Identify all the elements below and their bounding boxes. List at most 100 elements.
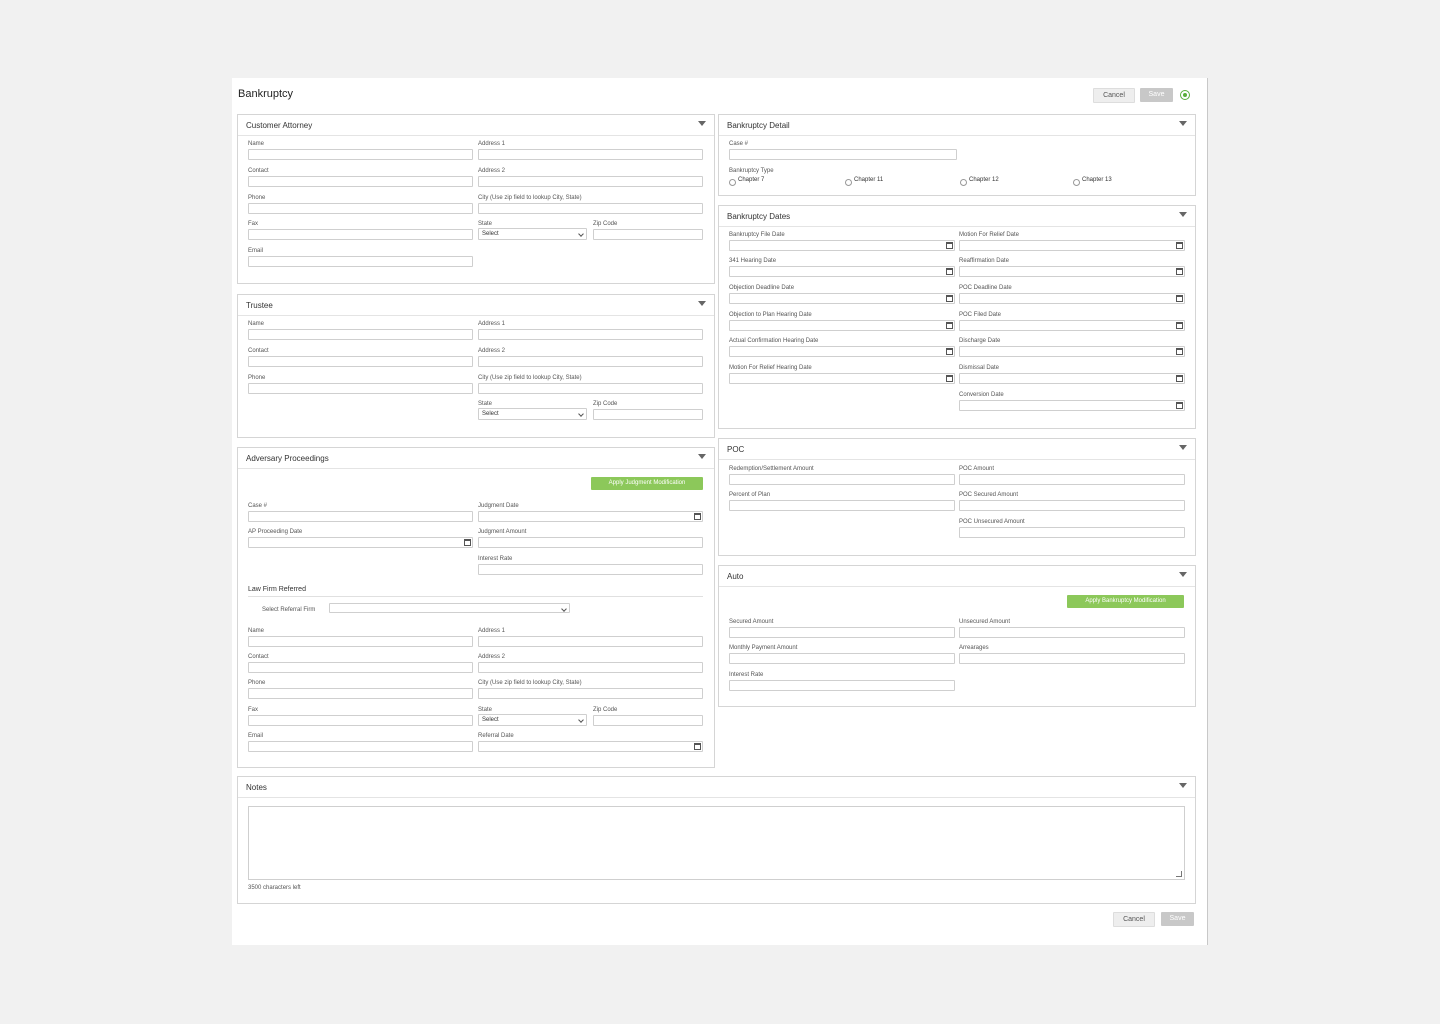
dismissal-date-input[interactable]	[959, 373, 1185, 384]
calendar-icon[interactable]	[946, 295, 953, 302]
panel-header[interactable]: Bankruptcy Dates	[719, 206, 1195, 227]
panel-header[interactable]: Customer Attorney	[238, 115, 714, 136]
calendar-icon[interactable]	[946, 348, 953, 355]
calendar-icon[interactable]	[1176, 348, 1183, 355]
apply-judgment-modification-button[interactable]: Apply Judgment Modification	[591, 477, 703, 490]
chapter-11-radio[interactable]	[845, 179, 852, 186]
cancel-button-bottom[interactable]: Cancel	[1113, 912, 1155, 927]
judgment-date-input[interactable]	[478, 511, 703, 522]
calendar-icon[interactable]	[694, 743, 701, 750]
panel-header[interactable]: Adversary Proceedings	[238, 448, 714, 469]
ap-case-input[interactable]	[248, 511, 473, 522]
poc-deadline-date-input[interactable]	[959, 293, 1185, 304]
attorney-address2-input[interactable]	[478, 176, 703, 187]
unsecured-amount-input[interactable]	[959, 627, 1185, 638]
actual-confirmation-hearing-date-input[interactable]	[729, 346, 955, 357]
notes-textarea[interactable]	[248, 806, 1185, 880]
firm-contact-input[interactable]	[248, 662, 473, 673]
panel-header[interactable]: Trustee	[238, 295, 714, 316]
collapse-chevron-icon[interactable]	[1179, 572, 1187, 577]
poc-filed-date-input[interactable]	[959, 320, 1185, 331]
objection-deadline-date-input[interactable]	[729, 293, 955, 304]
reaffirmation-date-input[interactable]	[959, 266, 1185, 277]
collapse-chevron-icon[interactable]	[698, 301, 706, 306]
chapter-7-radio[interactable]	[729, 179, 736, 186]
calendar-icon[interactable]	[1176, 295, 1183, 302]
calendar-icon[interactable]	[1176, 402, 1183, 409]
poc-amount-input[interactable]	[959, 474, 1185, 485]
poc-secured-amount-input[interactable]	[959, 500, 1185, 511]
objection-plan-hearing-date-input[interactable]	[729, 320, 955, 331]
attorney-email-input[interactable]	[248, 256, 473, 267]
calendar-icon[interactable]	[946, 268, 953, 275]
ap-proceeding-date-input[interactable]	[248, 537, 473, 548]
arrearages-input[interactable]	[959, 653, 1185, 664]
firm-phone-input[interactable]	[248, 688, 473, 699]
trustee-city-input[interactable]	[478, 383, 703, 394]
attorney-contact-input[interactable]	[248, 176, 473, 187]
motion-relief-date-input[interactable]	[959, 240, 1185, 251]
calendar-icon[interactable]	[946, 322, 953, 329]
firm-state-select[interactable]: Select	[478, 714, 587, 726]
attorney-zip-input[interactable]	[593, 229, 703, 240]
collapse-chevron-icon[interactable]	[1179, 783, 1187, 788]
bankruptcy-file-date-input[interactable]	[729, 240, 955, 251]
conversion-date-input[interactable]	[959, 400, 1185, 411]
auto-interest-rate-input[interactable]	[729, 680, 955, 691]
chapter-13-radio[interactable]	[1073, 179, 1080, 186]
save-button-bottom[interactable]: Save	[1161, 912, 1194, 926]
collapse-chevron-icon[interactable]	[698, 121, 706, 126]
firm-city-input[interactable]	[478, 688, 703, 699]
judgment-amount-input[interactable]	[478, 537, 703, 548]
percent-of-plan-input[interactable]	[729, 500, 955, 511]
help-circle-icon[interactable]	[1180, 90, 1190, 100]
calendar-icon[interactable]	[464, 539, 471, 546]
poc-unsecured-amount-input[interactable]	[959, 527, 1185, 538]
trustee-contact-input[interactable]	[248, 356, 473, 367]
trustee-phone-input[interactable]	[248, 383, 473, 394]
trustee-name-input[interactable]	[248, 329, 473, 340]
firm-zip-input[interactable]	[593, 715, 703, 726]
attorney-name-input[interactable]	[248, 149, 473, 160]
cancel-button-top[interactable]: Cancel	[1093, 88, 1135, 103]
trustee-zip-input[interactable]	[593, 409, 703, 420]
monthly-payment-input[interactable]	[729, 653, 955, 664]
motion-relief-hearing-date-input[interactable]	[729, 373, 955, 384]
firm-address1-input[interactable]	[478, 636, 703, 647]
referral-firm-select[interactable]	[329, 603, 570, 613]
redemption-amount-input[interactable]	[729, 474, 955, 485]
panel-header[interactable]: POC	[719, 439, 1195, 460]
attorney-phone-input[interactable]	[248, 203, 473, 214]
firm-address2-input[interactable]	[478, 662, 703, 673]
panel-header[interactable]: Bankruptcy Detail	[719, 115, 1195, 136]
referral-date-input[interactable]	[478, 741, 703, 752]
firm-fax-input[interactable]	[248, 715, 473, 726]
collapse-chevron-icon[interactable]	[1179, 212, 1187, 217]
attorney-state-select[interactable]: Select	[478, 228, 587, 240]
panel-header[interactable]: Auto	[719, 566, 1195, 587]
calendar-icon[interactable]	[1176, 268, 1183, 275]
attorney-city-input[interactable]	[478, 203, 703, 214]
collapse-chevron-icon[interactable]	[1179, 121, 1187, 126]
calendar-icon[interactable]	[1176, 322, 1183, 329]
trustee-address2-input[interactable]	[478, 356, 703, 367]
bankruptcy-case-input[interactable]	[729, 149, 957, 160]
attorney-address1-input[interactable]	[478, 149, 703, 160]
apply-bankruptcy-modification-button[interactable]: Apply Bankruptcy Modification	[1067, 595, 1184, 608]
secured-amount-input[interactable]	[729, 627, 955, 638]
341-hearing-date-input[interactable]	[729, 266, 955, 277]
attorney-fax-input[interactable]	[248, 229, 473, 240]
firm-name-input[interactable]	[248, 636, 473, 647]
trustee-address1-input[interactable]	[478, 329, 703, 340]
calendar-icon[interactable]	[694, 513, 701, 520]
calendar-icon[interactable]	[946, 242, 953, 249]
collapse-chevron-icon[interactable]	[698, 454, 706, 459]
chapter-12-radio[interactable]	[960, 179, 967, 186]
calendar-icon[interactable]	[1176, 242, 1183, 249]
trustee-state-select[interactable]: Select	[478, 408, 587, 420]
firm-email-input[interactable]	[248, 741, 473, 752]
discharge-date-input[interactable]	[959, 346, 1185, 357]
resize-grip-icon[interactable]	[1176, 871, 1182, 877]
calendar-icon[interactable]	[946, 375, 953, 382]
collapse-chevron-icon[interactable]	[1179, 445, 1187, 450]
